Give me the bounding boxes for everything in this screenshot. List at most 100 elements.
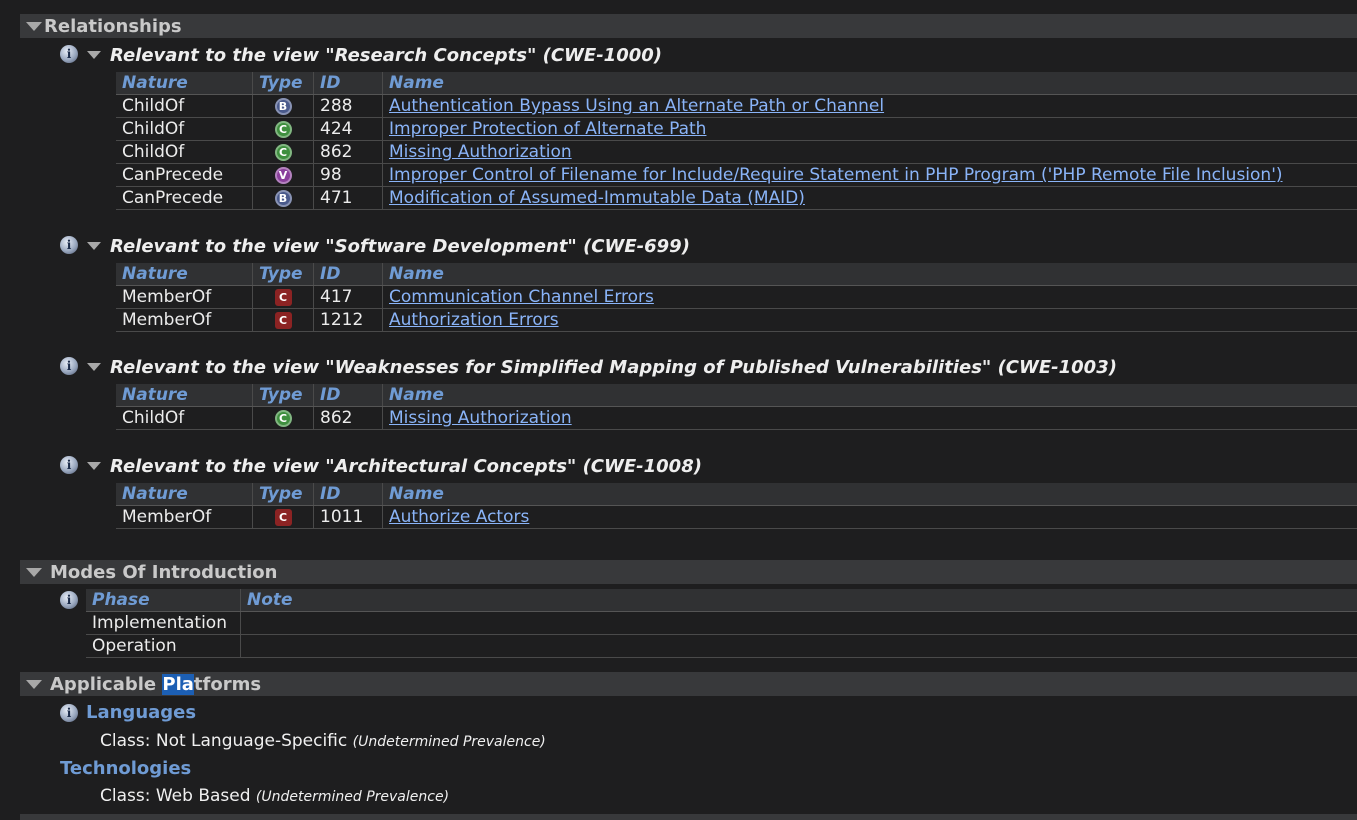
type-cell: C <box>252 308 314 332</box>
type-cell: C <box>252 285 314 309</box>
column-header-nature: Nature <box>116 72 253 95</box>
collapse-triangle-icon[interactable] <box>87 51 101 59</box>
technologies-class: Class: Web Based (Undetermined Prevalenc… <box>100 786 450 806</box>
id-cell: 1011 <box>313 505 383 529</box>
technologies-label: Technologies <box>60 758 192 779</box>
id-cell: 1212 <box>313 308 383 332</box>
table-row: ChildOf B 288 Authentication Bypass Using a… <box>116 94 1357 118</box>
table-row: CanPrecede V 98 Improper Control of Filenam… <box>116 163 1357 187</box>
nature-cell: ChildOf <box>116 117 253 141</box>
name-cell: Communication Channel Errors <box>382 285 1357 309</box>
id-cell: 862 <box>313 406 383 430</box>
table-row: Implementation <box>86 611 1357 635</box>
type-c-icon: C <box>274 311 292 329</box>
nature-cell: ChildOf <box>116 140 253 164</box>
column-header-note: Note <box>240 589 1357 612</box>
info-icon[interactable]: i <box>60 704 78 722</box>
collapse-triangle-icon[interactable] <box>87 462 101 470</box>
relationships-table: Nature Type ID Name ChildOf C 862 Missing Autho… <box>116 384 1357 430</box>
nature-cell: CanPrecede <box>116 186 253 210</box>
section-next-header[interactable] <box>20 814 1357 820</box>
phase-cell: Implementation <box>86 611 241 635</box>
nature-cell: MemberOf <box>116 505 253 529</box>
column-header-nature: Nature <box>116 384 253 407</box>
column-header-id: ID <box>313 72 383 95</box>
type-cell: V <box>252 163 314 187</box>
id-cell: 417 <box>313 285 383 309</box>
collapse-triangle-icon[interactable] <box>26 567 42 577</box>
weakness-link[interactable]: Authentication Bypass Using an Alternate… <box>389 96 884 116</box>
collapse-triangle-icon[interactable] <box>26 21 42 31</box>
column-header-nature: Nature <box>116 483 253 506</box>
type-c-icon: C <box>274 508 292 526</box>
column-header-type: Type <box>252 72 314 95</box>
type-b-icon: B <box>274 189 292 207</box>
id-cell: 471 <box>313 186 383 210</box>
id-cell: 424 <box>313 117 383 141</box>
table-row: MemberOf C 1212 Authorization Errors <box>116 308 1357 332</box>
relationships-table: Nature Type ID Name ChildOf B 288 Authenticatio… <box>116 72 1357 210</box>
weakness-link[interactable]: Modification of Assumed-Immutable Data (… <box>389 188 805 208</box>
column-header-type: Type <box>252 384 314 407</box>
name-cell: Authentication Bypass Using an Alternate… <box>382 94 1357 118</box>
id-cell: 862 <box>313 140 383 164</box>
collapse-triangle-icon[interactable] <box>87 242 101 250</box>
column-header-id: ID <box>313 483 383 506</box>
table-row: ChildOf C 862 Missing Authorization <box>116 406 1357 430</box>
section-title: Relationships <box>44 15 182 37</box>
type-c-icon: C <box>274 409 292 427</box>
name-cell: Authorization Errors <box>382 308 1357 332</box>
relationships-table: Nature Type ID Name MemberOf C 1011 Authorize A… <box>116 483 1357 529</box>
phase-cell: Operation <box>86 634 241 658</box>
weakness-link[interactable]: Missing Authorization <box>389 142 572 162</box>
column-header-name: Name <box>382 263 1357 286</box>
weakness-link[interactable]: Missing Authorization <box>389 408 572 428</box>
column-header-phase: Phase <box>86 589 241 612</box>
info-icon[interactable]: i <box>60 45 78 63</box>
type-cell: B <box>252 94 314 118</box>
name-cell: Missing Authorization <box>382 406 1357 430</box>
weakness-link[interactable]: Improper Control of Filename for Include… <box>389 165 1283 185</box>
languages-class: Class: Not Language-Specific (Undetermin… <box>100 731 546 751</box>
weakness-link[interactable]: Authorization Errors <box>389 310 559 330</box>
modes-table: Phase Note Implementation Operation <box>86 589 1357 658</box>
name-cell: Improper Protection of Alternate Path <box>382 117 1357 141</box>
nature-cell: ChildOf <box>116 406 253 430</box>
info-icon[interactable]: i <box>60 456 78 474</box>
table-row: ChildOf C 424 Improper Protection of Altern… <box>116 117 1357 141</box>
note-cell <box>240 634 1357 658</box>
weakness-link[interactable]: Communication Channel Errors <box>389 287 654 307</box>
type-c-icon: C <box>274 120 292 138</box>
column-header-name: Name <box>382 72 1357 95</box>
note-cell <box>240 611 1357 635</box>
table-row: MemberOf C 417 Communication Channel Errors <box>116 285 1357 309</box>
info-icon[interactable]: i <box>60 357 78 375</box>
name-cell: Authorize Actors <box>382 505 1357 529</box>
nature-cell: CanPrecede <box>116 163 253 187</box>
info-icon[interactable]: i <box>60 236 78 254</box>
section-modes-header[interactable]: Modes Of Introduction <box>20 560 1357 584</box>
weakness-link[interactable]: Authorize Actors <box>389 507 529 527</box>
table-row: CanPrecede B 471 Modification of Assumed-Im… <box>116 186 1357 210</box>
view-title: Relevant to the view "Research Concepts"… <box>110 45 662 66</box>
weakness-link[interactable]: Improper Protection of Alternate Path <box>389 119 706 139</box>
collapse-triangle-icon[interactable] <box>87 363 101 371</box>
type-cell: B <box>252 186 314 210</box>
type-v-icon: V <box>274 166 292 184</box>
section-title: Applicable Platforms <box>50 673 262 695</box>
type-cell: C <box>252 406 314 430</box>
info-icon[interactable]: i <box>60 591 78 609</box>
column-header-name: Name <box>382 483 1357 506</box>
column-header-name: Name <box>382 384 1357 407</box>
table-row: MemberOf C 1011 Authorize Actors <box>116 505 1357 529</box>
section-title: Modes Of Introduction <box>50 561 278 583</box>
collapse-triangle-icon[interactable] <box>26 679 42 689</box>
nature-cell: MemberOf <box>116 285 253 309</box>
view-title: Relevant to the view "Software Developme… <box>110 236 690 257</box>
section-platforms-header[interactable]: Applicable Platforms <box>20 672 1357 696</box>
type-cell: C <box>252 140 314 164</box>
search-highlight: Pla <box>162 673 194 695</box>
table-row: Operation <box>86 634 1357 658</box>
section-relationships-header[interactable]: Relationships <box>20 14 1357 38</box>
view-title: Relevant to the view "Weaknesses for Sim… <box>110 357 1117 378</box>
